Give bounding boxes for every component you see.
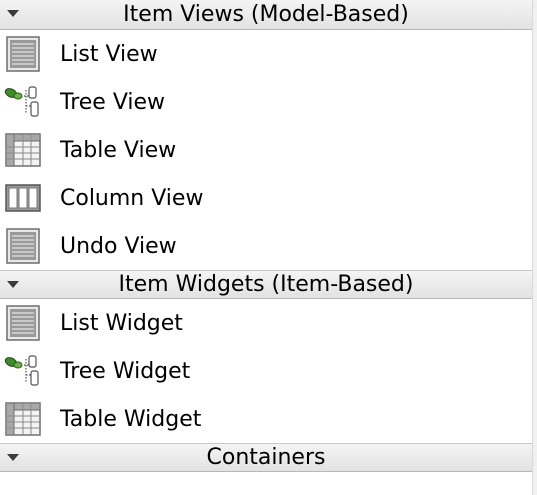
widget-item-list-view[interactable]: List View	[0, 30, 532, 78]
category-title: Item Views (Model-Based)	[123, 1, 409, 27]
category-title: Item Widgets (Item-Based)	[118, 271, 414, 297]
widget-item-label: List View	[60, 41, 158, 67]
widget-item-label: Table Widget	[60, 406, 202, 432]
category-title: Containers	[206, 444, 326, 470]
widget-item-tree-widget[interactable]: Tree Widget	[0, 347, 532, 395]
collapse-arrow-icon[interactable]	[7, 281, 19, 288]
category-header-item-widgets[interactable]: Item Widgets (Item-Based)	[0, 270, 532, 299]
list-icon	[4, 304, 42, 342]
category-header-containers[interactable]: Containers	[0, 443, 532, 472]
widget-item-label: Table View	[60, 137, 177, 163]
widget-item-label: Column View	[60, 185, 204, 211]
widget-item-label: List Widget	[60, 310, 183, 336]
widget-item-tree-view[interactable]: Tree View	[0, 78, 532, 126]
vertical-scrollbar[interactable]	[532, 0, 537, 495]
list-icon	[4, 35, 42, 73]
column-icon	[4, 179, 42, 217]
tree-icon	[4, 352, 42, 390]
widget-item-table-widget[interactable]: Table Widget	[0, 395, 532, 443]
category-item-list: List Widget Tree Widget Table Widget	[0, 299, 532, 443]
widget-item-column-view[interactable]: Column View	[0, 174, 532, 222]
widget-item-undo-view[interactable]: Undo View	[0, 222, 532, 270]
category-header-item-views[interactable]: Item Views (Model-Based)	[0, 0, 532, 30]
tree-icon	[4, 83, 42, 121]
collapse-arrow-icon[interactable]	[7, 10, 19, 17]
widget-item-table-view[interactable]: Table View	[0, 126, 532, 174]
category-item-list: List View Tree View Table View Column Vi…	[0, 30, 532, 270]
table-icon	[4, 400, 42, 438]
table-icon	[4, 131, 42, 169]
widget-item-label: Tree View	[60, 89, 166, 115]
list-icon	[4, 227, 42, 265]
widget-item-label: Tree Widget	[60, 358, 191, 384]
widget-item-label: Undo View	[60, 233, 177, 259]
collapse-arrow-icon[interactable]	[7, 454, 19, 461]
widget-box-panel: Item Views (Model-Based) List View Tree …	[0, 0, 532, 495]
widget-item-list-widget[interactable]: List Widget	[0, 299, 532, 347]
